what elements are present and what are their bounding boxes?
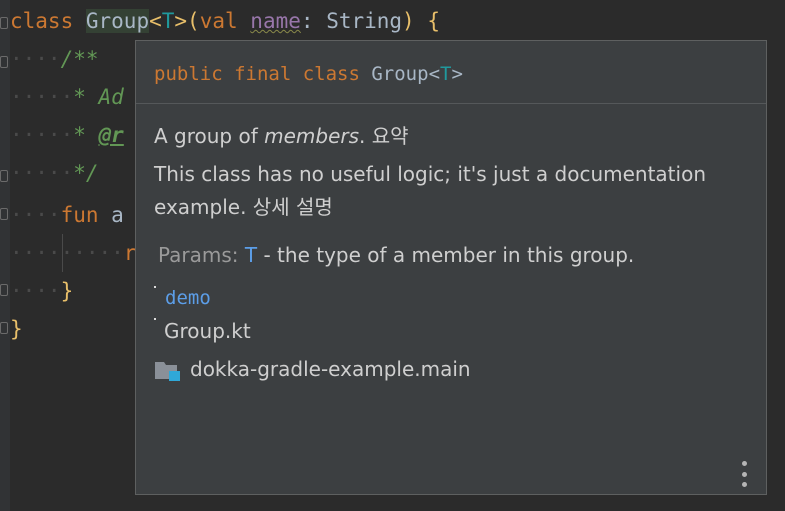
summary-emphasis: members — [264, 124, 360, 148]
fold-marker-icon[interactable] — [0, 322, 8, 334]
whitespace: ····· — [10, 123, 74, 147]
fold-marker-icon[interactable] — [0, 170, 8, 182]
signature-modifiers: public final class — [154, 63, 360, 85]
keyword: class — [10, 9, 74, 33]
doc-signature-header: public final class Group<T> — [136, 41, 766, 104]
code-line-8[interactable]: ····} — [10, 272, 73, 310]
param-type: String — [326, 9, 403, 33]
open-brace: { — [427, 9, 441, 33]
more-options-icon[interactable] — [738, 461, 750, 487]
doc-tag: @r — [98, 123, 124, 147]
more-dot — [741, 461, 747, 466]
class-name: Group — [85, 9, 150, 33]
whitespace: ···· — [10, 47, 61, 71]
fold-marker-icon[interactable] — [0, 208, 8, 220]
bracket: >( — [174, 9, 200, 33]
whitespace: ····· — [10, 161, 74, 185]
code-line-2[interactable]: ····/** — [10, 40, 99, 78]
angle-bracket: < — [149, 9, 162, 33]
whitespace: ····· — [10, 85, 74, 109]
signature-type-param: T — [440, 63, 452, 85]
class-signature: public final class Group<T> — [154, 63, 463, 85]
doc-comment: * — [73, 123, 99, 147]
more-dot — [741, 471, 747, 477]
summary-lead: A group of — [154, 124, 265, 148]
doc-comment: /** — [60, 47, 99, 71]
property-name: name — [250, 9, 301, 33]
type-parameter: T — [161, 9, 175, 33]
code-line-9[interactable]: } — [10, 310, 23, 348]
quick-documentation-popup[interactable]: public final class Group<T> A group of m… — [135, 40, 767, 495]
code-line-4[interactable]: ·····* @r — [10, 116, 124, 154]
doc-summary: A group of members. 요약 — [154, 120, 409, 149]
fold-marker-icon[interactable] — [0, 17, 8, 29]
code-line-7[interactable]: ·········r — [10, 234, 136, 272]
fold-marker-icon[interactable] — [0, 56, 8, 68]
code-line-5[interactable]: ·····*/ — [10, 154, 99, 192]
param-name: T — [244, 243, 258, 267]
bullet-dot — [154, 286, 156, 288]
paren: ) — [402, 9, 415, 33]
file-name: Group.kt — [164, 319, 251, 343]
param-description: - the type of a member in this group. — [263, 243, 635, 267]
code-line-3[interactable]: ·····* Ad — [10, 78, 124, 116]
doc-comment: * Ad — [73, 85, 124, 109]
module-link[interactable]: demo — [165, 287, 211, 309]
gutter — [0, 0, 10, 511]
code-line-1[interactable]: class Group<T>(val name: String) { — [10, 2, 440, 40]
keyword: fun — [60, 203, 99, 227]
module-folder-icon — [155, 362, 180, 381]
close-brace: } — [10, 317, 23, 341]
signature-class-name: Group — [371, 63, 429, 85]
colon: : — [300, 9, 314, 33]
whitespace: ········· — [10, 241, 124, 265]
signature-angle: > — [451, 63, 463, 85]
params-label: Params: — [158, 243, 239, 267]
doc-params: Params: T - the type of a member in this… — [158, 243, 634, 267]
summary-tail: . 요약 — [359, 124, 409, 148]
module-name: dokka-gradle-example.main — [190, 357, 471, 381]
code-line-6[interactable]: ····fun a — [10, 196, 124, 234]
code-text: a — [111, 203, 124, 227]
whitespace: ···· — [10, 279, 61, 303]
doc-description: This class has no useful logic; it's jus… — [154, 162, 706, 219]
more-dot — [741, 482, 747, 487]
keyword: val — [199, 9, 238, 33]
signature-angle: < — [428, 63, 441, 85]
doc-comment: */ — [73, 161, 99, 185]
fold-marker-icon[interactable] — [0, 284, 8, 296]
whitespace: ···· — [10, 203, 61, 227]
bullet-dot — [154, 318, 156, 320]
close-brace: } — [60, 279, 74, 303]
